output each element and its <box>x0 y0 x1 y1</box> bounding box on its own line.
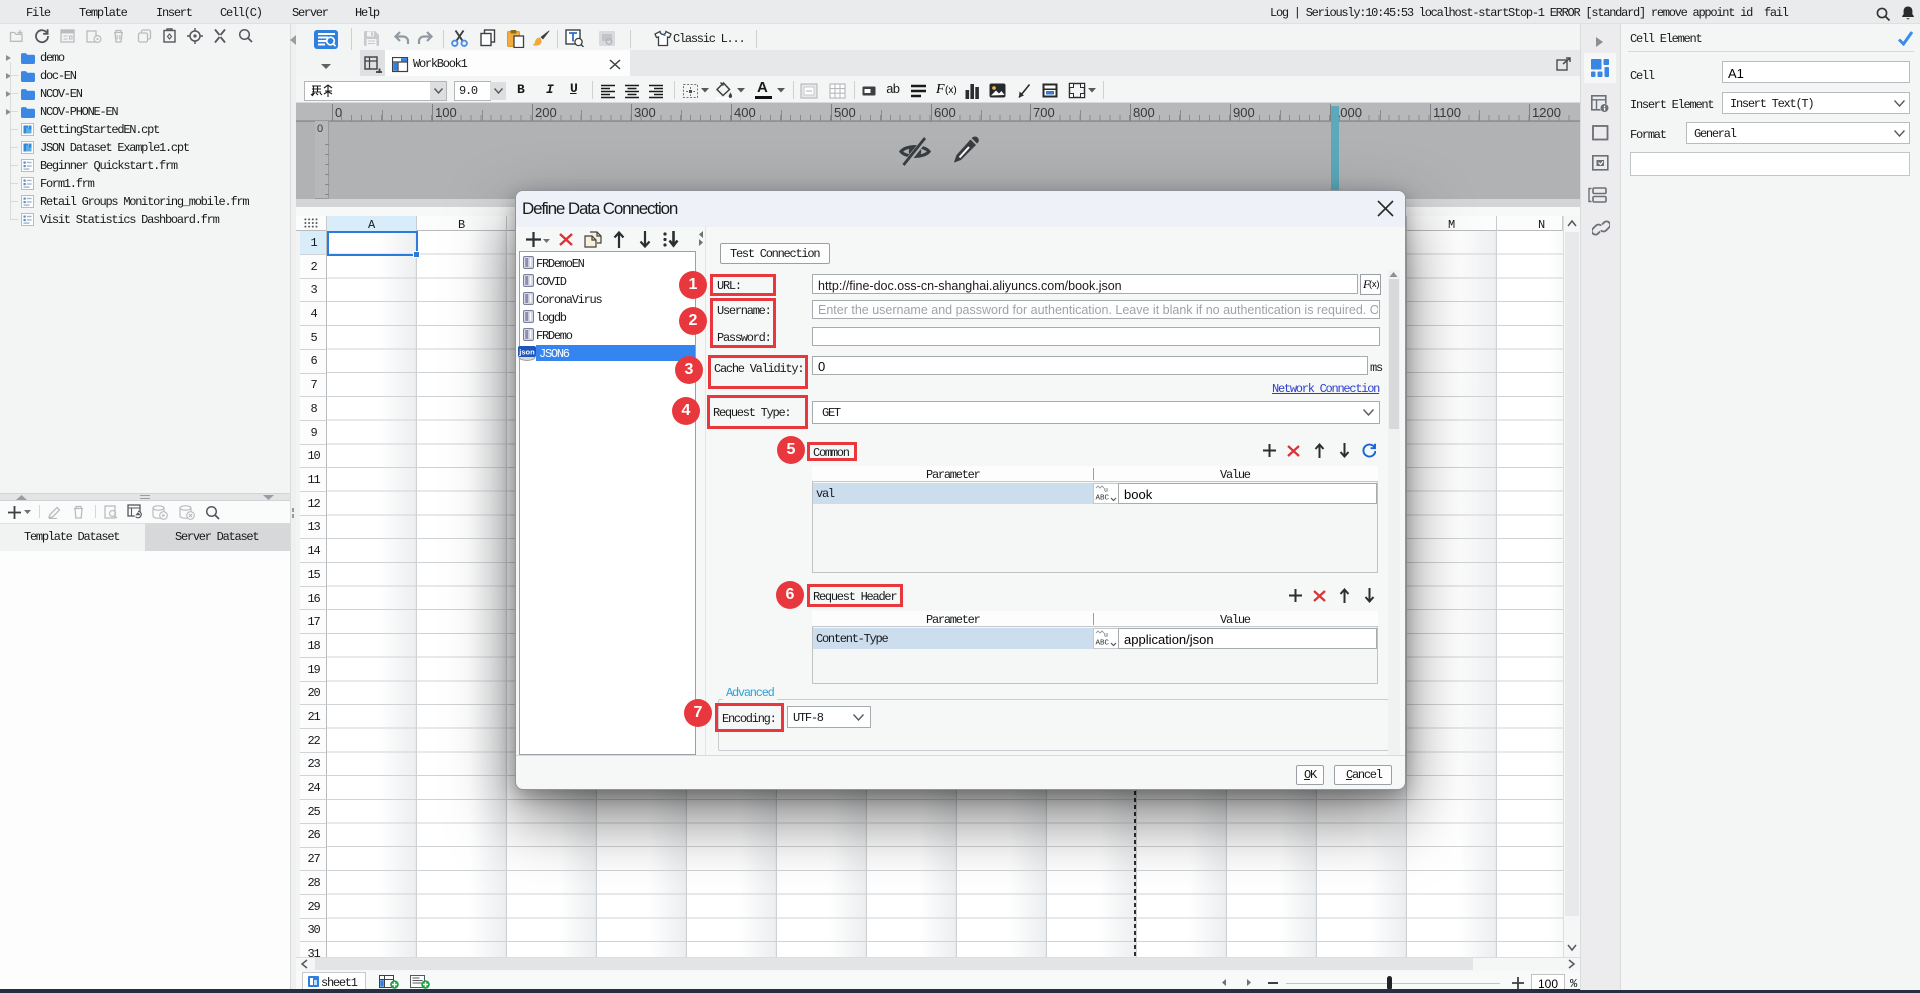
svg-text:u: u <box>1104 632 1108 639</box>
svg-text:ABC: ABC <box>1096 495 1110 503</box>
svg-text:json: json <box>518 348 535 357</box>
svg-text:ABC: ABC <box>1096 640 1110 648</box>
svg-text:u: u <box>1104 487 1108 494</box>
